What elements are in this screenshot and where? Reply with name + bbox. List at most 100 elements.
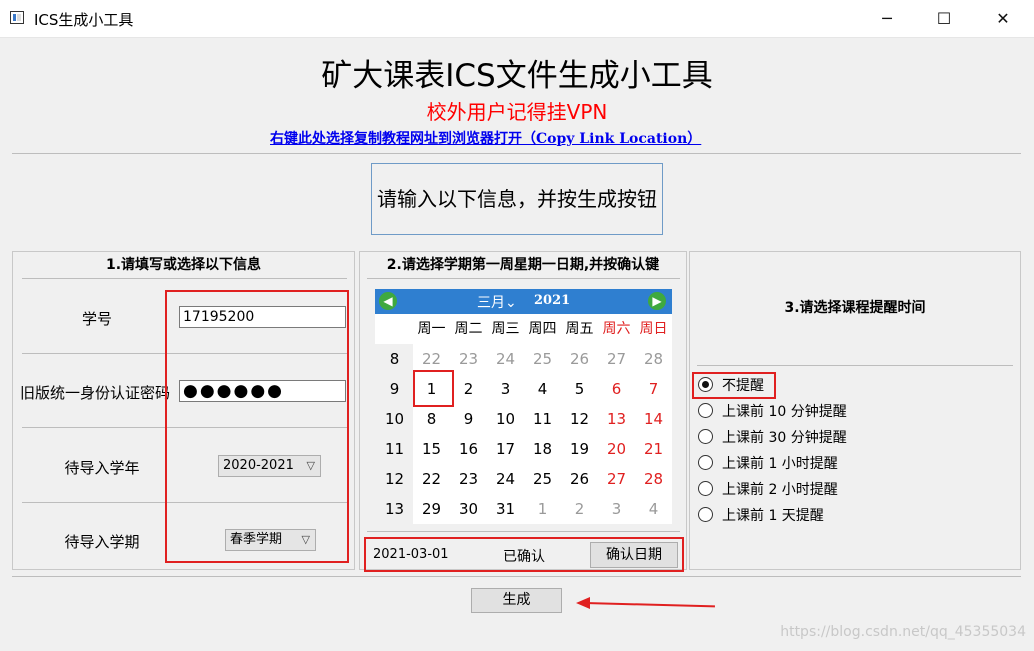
- reminder-option-label: 上课前 30 分钟提醒: [722, 430, 847, 446]
- calendar-year-label[interactable]: 2021: [534, 293, 570, 308]
- calendar-day[interactable]: 19: [561, 434, 598, 464]
- calendar-weekday-header: 周四: [528, 321, 557, 337]
- calendar-day[interactable]: 8: [413, 404, 450, 434]
- section1-divider-top: [22, 278, 347, 279]
- calendar-day[interactable]: 5: [561, 374, 598, 404]
- calendar-day[interactable]: 12: [561, 404, 598, 434]
- calendar-day[interactable]: 21: [635, 434, 672, 464]
- password-label: 旧版统一身份认证密码: [20, 384, 171, 402]
- calendar-day[interactable]: 30: [450, 494, 487, 524]
- generate-button[interactable]: 生成: [471, 588, 562, 613]
- tutorial-link[interactable]: 右键此处选择复制教程网址到浏览器打开（Copy Link Location）: [270, 128, 701, 148]
- calendar-weekday-header: 周二: [454, 321, 483, 337]
- calendar-day[interactable]: 2: [450, 374, 487, 404]
- calendar-prev-icon[interactable]: ◀: [379, 292, 397, 310]
- calendar-day[interactable]: 25: [524, 464, 561, 494]
- calendar-month-select[interactable]: 三月⌄: [477, 292, 517, 312]
- calendar-week-number: 9: [389, 380, 400, 398]
- section3-divider: [697, 365, 1013, 366]
- instruction-label: 请输入以下信息，并按生成按钮: [371, 163, 663, 235]
- calendar-day[interactable]: 23: [450, 464, 487, 494]
- annotation-box-confirm: [364, 537, 684, 572]
- calendar-day[interactable]: 20: [598, 434, 635, 464]
- app-icon: [10, 11, 24, 24]
- radio-button-icon[interactable]: [698, 455, 713, 470]
- calendar-day[interactable]: 11: [524, 404, 561, 434]
- annotation-box-reminder: [692, 372, 776, 399]
- close-button[interactable]: ✕: [980, 0, 1026, 37]
- calendar-day[interactable]: 2: [561, 494, 598, 524]
- calendar-weekday-header: 周六: [602, 321, 631, 337]
- calendar-day[interactable]: 1: [524, 494, 561, 524]
- calendar-weekday-header: 周三: [491, 321, 520, 337]
- section1-title: 1.请填写或选择以下信息: [105, 257, 262, 273]
- footer-divider: [12, 576, 1021, 577]
- section2-title: 2.请选择学期第一周星期一日期,并按确认键: [386, 257, 660, 273]
- radio-button-icon[interactable]: [698, 403, 713, 418]
- calendar-day[interactable]: 15: [413, 434, 450, 464]
- vpn-note: 校外用户记得挂VPN: [426, 100, 608, 124]
- reminder-option-label: 上课前 10 分钟提醒: [722, 404, 847, 420]
- calendar-day[interactable]: 10: [487, 404, 524, 434]
- calendar-next-icon[interactable]: ▶: [648, 292, 666, 310]
- reminder-option-label: 上课前 2 小时提醒: [722, 482, 838, 498]
- annotation-box-inputs: [165, 290, 349, 563]
- section2-divider-bottom: [367, 531, 680, 532]
- calendar-day[interactable]: 17: [487, 434, 524, 464]
- calendar-day[interactable]: 29: [413, 494, 450, 524]
- term-label: 待导入学期: [64, 533, 140, 551]
- calendar-day[interactable]: 27: [598, 464, 635, 494]
- window-titlebar: ICS生成小工具 ─ ☐ ✕: [0, 0, 1034, 38]
- calendar-day[interactable]: 7: [635, 374, 672, 404]
- calendar-header: ◀ 三月⌄ 2021 ▶: [375, 289, 672, 314]
- window-title: ICS生成小工具: [34, 11, 134, 29]
- calendar-day[interactable]: 25: [524, 344, 561, 374]
- calendar-day[interactable]: 4: [524, 374, 561, 404]
- calendar-month-label: 三月: [477, 295, 505, 311]
- calendar-day[interactable]: 22: [413, 464, 450, 494]
- calendar-day[interactable]: 3: [487, 374, 524, 404]
- calendar-week-number: 12: [384, 470, 405, 488]
- radio-button-icon[interactable]: [698, 481, 713, 496]
- calendar-day[interactable]: 18: [524, 434, 561, 464]
- section2-divider-top: [367, 278, 680, 279]
- calendar-day[interactable]: 6: [598, 374, 635, 404]
- calendar-day[interactable]: 13: [598, 404, 635, 434]
- page-title: 矿大课表ICS文件生成小工具: [321, 58, 713, 94]
- calendar-day[interactable]: 31: [487, 494, 524, 524]
- calendar-day[interactable]: 24: [487, 464, 524, 494]
- radio-button-icon[interactable]: [698, 507, 713, 522]
- calendar-day[interactable]: 16: [450, 434, 487, 464]
- calendar-day[interactable]: 24: [487, 344, 524, 374]
- student-id-label: 学号: [81, 310, 112, 328]
- annotation-arrow-head: [576, 597, 590, 609]
- calendar-week-number: 13: [384, 500, 405, 518]
- section3-title: 3.请选择课程提醒时间: [784, 300, 926, 316]
- watermark-text: https://blog.csdn.net/qq_45355034: [780, 624, 1026, 640]
- radio-button-icon[interactable]: [698, 429, 713, 444]
- calendar-day[interactable]: 28: [635, 344, 672, 374]
- calendar-weekday-header: 周一: [417, 321, 446, 337]
- reminder-option-label: 上课前 1 天提醒: [722, 508, 824, 524]
- calendar-day[interactable]: 28: [635, 464, 672, 494]
- calendar-week-number: 10: [384, 410, 405, 428]
- calendar-week-number: 8: [389, 350, 400, 368]
- calendar-day[interactable]: 26: [561, 344, 598, 374]
- calendar-day[interactable]: 26: [561, 464, 598, 494]
- calendar-day[interactable]: 23: [450, 344, 487, 374]
- calendar-week-number: 11: [384, 440, 405, 458]
- calendar-day[interactable]: 3: [598, 494, 635, 524]
- calendar-day[interactable]: 14: [635, 404, 672, 434]
- calendar-day[interactable]: 4: [635, 494, 672, 524]
- year-label: 待导入学年: [64, 459, 140, 477]
- calendar-day[interactable]: 9: [450, 404, 487, 434]
- annotation-arrow-line: [584, 602, 715, 608]
- minimize-button[interactable]: ─: [864, 0, 910, 37]
- header-divider: [12, 153, 1021, 154]
- maximize-button[interactable]: ☐: [921, 0, 967, 37]
- calendar-weekday-header: 周五: [565, 321, 594, 337]
- chevron-down-icon: ⌄: [505, 295, 517, 311]
- calendar-weekday-header: 周日: [639, 321, 668, 337]
- calendar-day[interactable]: 27: [598, 344, 635, 374]
- reminder-option-label: 上课前 1 小时提醒: [722, 456, 838, 472]
